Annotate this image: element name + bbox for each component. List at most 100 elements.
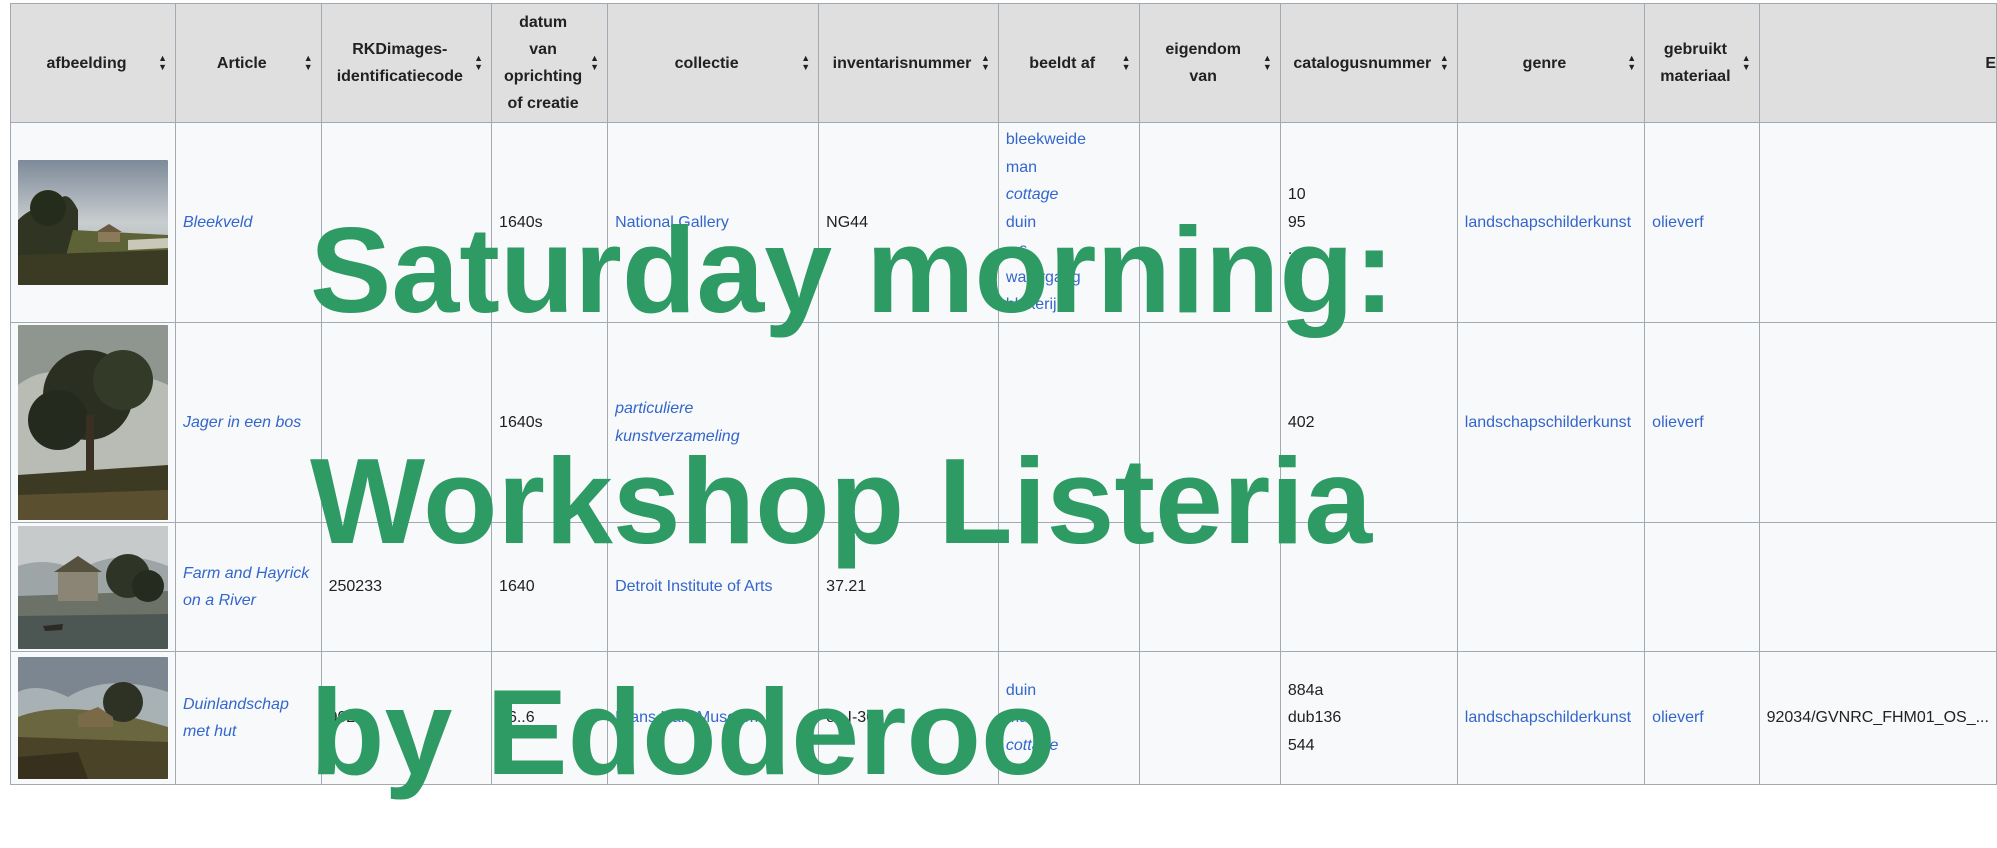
collectie-cell: Frans Hals Museum [607,651,820,785]
datum-cell: 1640 [491,522,609,652]
thumbnail-cell [10,122,176,323]
sort-icon[interactable]: ▲ ▼ [304,54,313,72]
column-header-catalogusnummer[interactable]: catalogusnummer ▲ ▼ [1279,3,1458,123]
catalogus-value: 95 [1287,213,1306,231]
inventaris-cell: 37.21 [818,522,999,652]
depicts-link[interactable]: duin [1006,677,1132,705]
eigendom-cell [1138,651,1281,785]
article-link[interactable]: Bleekveld [183,214,252,231]
article-link[interactable]: Farm and Hayrick on a River [183,565,309,610]
article-link[interactable]: Jager in een bos [183,414,301,431]
rkd-value: 902... [328,709,369,727]
catalogus-value: dub136 [1287,709,1342,727]
inventaris-value: 37.21 [826,578,867,596]
sort-icon[interactable]: ▲ ▼ [1627,54,1636,72]
catalogus-value: ... [1287,241,1302,259]
article-link[interactable]: Duinlandschap met hut [183,696,289,741]
depicts-link[interactable]: bleekweide [1006,126,1132,154]
paintings-table: afbeelding ▲ ▼ Article ▲ ▼ RKDimages-identif… [10,3,1997,785]
collectie-link[interactable]: Frans Hals Museum [615,709,758,726]
collectie-link[interactable]: particuliere kunstverzameling [615,400,740,445]
painting-thumbnail[interactable] [18,325,168,520]
depicts-link[interactable]: watergang [1006,264,1132,292]
sort-icon[interactable]: ▲ ▼ [474,54,483,72]
datum-cell: 16..6 [491,651,609,785]
rkd-cell [320,122,493,323]
catalogus-value: 10 [1287,186,1306,204]
catalogus-cell: 402 [1279,322,1458,523]
column-header-article[interactable]: Article ▲ ▼ [175,3,322,123]
sort-icon[interactable]: ▲ ▼ [1122,54,1131,72]
sort-icon[interactable]: ▲ ▼ [801,54,810,72]
article-cell: Bleekveld [175,122,322,323]
sort-icon[interactable]: ▲ ▼ [1440,54,1449,72]
column-header-afbeelding[interactable]: afbeelding ▲ ▼ [10,3,176,123]
column-header-genre[interactable]: genre ▲ ▼ [1456,3,1646,123]
column-header-rkdimages[interactable]: RKDimages-identificatiecode ▲ ▼ [320,3,493,123]
catalogus-value: 884a [1287,681,1324,699]
article-cell: Duinlandschap met hut [175,651,322,785]
materiaal-cell: olieverf [1644,322,1760,523]
extra-cell [1758,122,1997,323]
materiaal-link[interactable]: olieverf [1652,214,1704,231]
catalogus-value: 544 [1287,736,1315,754]
sort-icon[interactable]: ▲ ▼ [1263,54,1272,72]
depicts-link[interactable]: man [1006,704,1132,732]
column-header-inventarisnummer[interactable]: inventarisnummer ▲ ▼ [818,3,999,123]
datum-cell: 1640s [491,122,609,323]
sort-icon[interactable]: ▲ ▼ [158,54,167,72]
materiaal-cell: olieverf [1644,122,1760,323]
column-header-eigendom[interactable]: eigendom van ▲ ▼ [1138,3,1281,123]
inventaris-value: NG44 [826,213,868,231]
painting-thumbnail[interactable] [18,657,168,779]
eigendom-cell [1138,522,1281,652]
extra-cell: 92034/GVNRC_FHM01_OS_... [1758,651,1997,785]
inventaris-value: os I-308 [826,709,884,727]
eigendom-cell [1138,322,1281,523]
column-header-datum[interactable]: datum van oprichting of creatie ▲ ▼ [491,3,609,123]
column-header-beeldt-af[interactable]: beeldt af ▲ ▼ [997,3,1140,123]
sort-icon[interactable]: ▲ ▼ [981,54,990,72]
genre-cell: landschapschilderkunst [1456,322,1646,523]
thumbnail-cell [10,322,176,523]
collectie-link[interactable]: Detroit Institute of Arts [615,578,772,595]
datum-value: 1640s [499,413,543,431]
eigendom-cell [1138,122,1281,323]
genre-link[interactable]: landschapschilderkunst [1465,414,1631,431]
materiaal-link[interactable]: olieverf [1652,414,1704,431]
genre-link[interactable]: landschapschilderkunst [1465,214,1631,231]
beeldt-af-cell [997,322,1140,523]
sort-icon[interactable]: ▲ ▼ [1742,54,1751,72]
depicts-link[interactable]: ...s [1006,236,1132,264]
column-header-extra[interactable]: E [1758,3,1997,123]
depicts-link[interactable]: man [1006,154,1132,182]
depicts-link[interactable]: blekerij [1006,291,1132,319]
inventaris-cell [818,322,999,523]
collectie-cell: National Gallery [607,122,820,323]
sort-icon[interactable]: ▲ ▼ [590,54,599,72]
materiaal-link[interactable]: olieverf [1652,709,1704,726]
depicts-link[interactable]: cottage [1006,732,1132,760]
genre-cell [1456,522,1646,652]
inventaris-cell: NG44 [818,122,999,323]
extra-cell [1758,522,1997,652]
painting-thumbnail[interactable] [18,525,168,649]
collectie-link[interactable]: National Gallery [615,214,729,231]
painting-thumbnail[interactable] [18,160,168,285]
genre-link[interactable]: landschapschilderkunst [1465,709,1631,726]
column-header-collectie[interactable]: collectie ▲ ▼ [607,3,820,123]
datum-value: 1640 [499,578,535,596]
table-row: Duinlandschap met hut 902... 16..6 Frans… [10,651,1997,785]
catalogus-cell: 10 95 ... [1279,122,1458,323]
depicts-link[interactable]: duin [1006,209,1132,237]
beeldt-af-cell: bleekweide man cottage duin ...s waterga… [997,122,1140,323]
catalogus-cell [1279,522,1458,652]
rkd-cell: 250233 [320,522,493,652]
depicts-link[interactable]: cottage [1006,181,1132,209]
table-row: Bleekveld 1640s National Gallery NG44 bl… [10,122,1997,323]
collectie-cell: particuliere kunstverzameling [607,322,820,523]
inventaris-cell: os I-308 [818,651,999,785]
column-header-materiaal[interactable]: gebruikt materiaal ▲ ▼ [1644,3,1760,123]
rkd-value: 250233 [328,578,382,596]
rkd-cell [320,322,493,523]
